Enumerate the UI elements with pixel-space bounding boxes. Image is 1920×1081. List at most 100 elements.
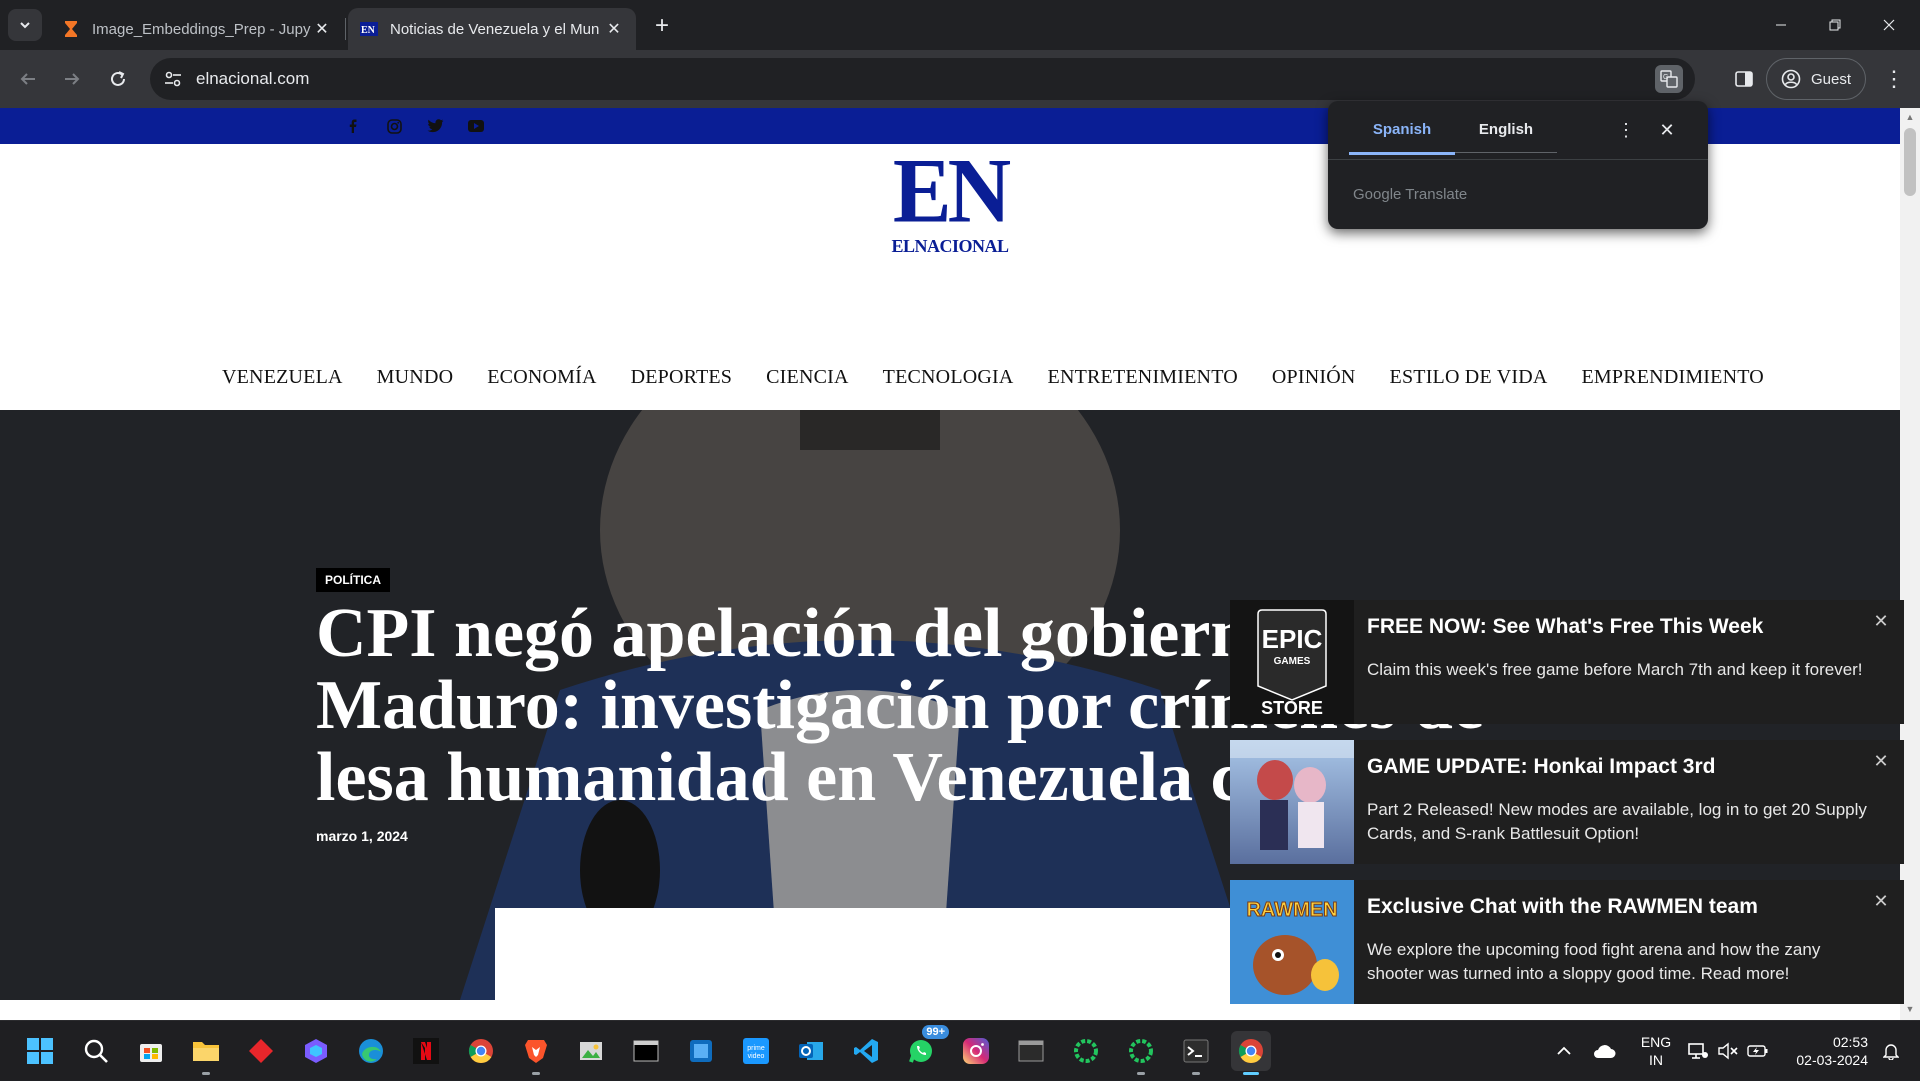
image-editor-icon	[580, 1042, 602, 1060]
taskbar-brave[interactable]	[516, 1031, 556, 1075]
nav-item-deportes[interactable]: DEPORTES	[631, 366, 733, 389]
taskbar-chrome-active[interactable]	[1231, 1031, 1271, 1075]
taskbar-whatsapp[interactable]: 99+	[901, 1025, 949, 1071]
close-icon[interactable]: ✕	[1870, 610, 1892, 632]
window-icon	[1018, 1040, 1044, 1062]
taskbar-app-ring[interactable]	[1066, 1031, 1106, 1071]
close-icon[interactable]: ✕	[1870, 750, 1892, 772]
close-window-button[interactable]	[1860, 0, 1918, 50]
taskbar-copilot[interactable]	[296, 1031, 336, 1071]
nav-item-economia[interactable]: ECONOMÍA	[487, 366, 596, 389]
nav-item-opinion[interactable]: OPINIÓN	[1272, 366, 1356, 389]
clock-time: 02:53	[1832, 1034, 1868, 1050]
address-bar[interactable]: elnacional.com G	[150, 58, 1695, 100]
site-settings-icon[interactable]	[162, 68, 184, 90]
taskbar-prime-video[interactable]: prime video	[736, 1031, 776, 1071]
volume-button[interactable]	[1716, 1021, 1740, 1081]
arrow-right-icon	[65, 73, 80, 85]
taskbar-vscode[interactable]	[846, 1031, 886, 1071]
scroll-up-icon[interactable]: ▲	[1904, 112, 1916, 124]
taskbar: prime video 99+ ENG IN 02:53 02-03-2024	[0, 1020, 1920, 1080]
translate-options-icon[interactable]: ⋮	[1613, 117, 1639, 143]
taskbar-app-red[interactable]	[241, 1031, 281, 1071]
tab-close-icon[interactable]: ✕	[312, 19, 332, 39]
source-language-tab[interactable]: Spanish	[1349, 121, 1455, 155]
tab-search-button[interactable]	[8, 9, 42, 41]
instagram-icon[interactable]	[384, 116, 404, 136]
scroll-thumb[interactable]	[1904, 128, 1916, 196]
translate-close-icon[interactable]: ✕	[1654, 117, 1680, 143]
rawmen-thumbnail: RAWMEN	[1230, 880, 1354, 1004]
minimize-button[interactable]	[1752, 0, 1810, 50]
nav-item-estilo-de-vida[interactable]: ESTILO DE VIDA	[1390, 366, 1548, 389]
nav-item-entretenimiento[interactable]: ENTRETENIMIENTO	[1048, 366, 1238, 389]
taskbar-netflix[interactable]	[406, 1031, 446, 1071]
nav-item-mundo[interactable]: MUNDO	[377, 366, 454, 389]
youtube-icon[interactable]	[466, 116, 486, 136]
battery-charging-icon	[1747, 1045, 1768, 1057]
notification-rawmen[interactable]: RAWMEN Exclusive Chat with the RAWMEN te…	[1230, 880, 1904, 1004]
svg-text:EN: EN	[361, 25, 376, 36]
show-hidden-icons-button[interactable]	[1552, 1021, 1576, 1081]
taskbar-chrome[interactable]	[461, 1031, 501, 1071]
taskbar-store[interactable]	[131, 1031, 171, 1071]
nav-item-ciencia[interactable]: CIENCIA	[766, 366, 849, 389]
brand-google: Google	[1353, 186, 1402, 203]
diamond-app-icon	[249, 1039, 273, 1063]
profile-button[interactable]: Guest	[1766, 58, 1866, 100]
running-indicator	[532, 1072, 540, 1075]
vscode-icon	[854, 1039, 878, 1063]
taskbar-outlook[interactable]	[791, 1031, 831, 1071]
site-logo[interactable]: EN ELNACIONAL	[885, 145, 1015, 260]
reload-icon	[111, 71, 125, 86]
tab-jupyter[interactable]: Image_Embeddings_Prep - Jupy ✕	[50, 8, 344, 50]
notification-title: FREE NOW: See What's Free This Week	[1367, 615, 1764, 638]
nav-item-venezuela[interactable]: VENEZUELA	[222, 366, 343, 389]
restore-button[interactable]	[1806, 0, 1864, 50]
browser-toolbar: elnacional.com G Guest ⋮	[0, 50, 1920, 108]
back-button[interactable]	[10, 61, 46, 97]
instagram-icon	[963, 1038, 989, 1064]
close-icon[interactable]: ✕	[1870, 890, 1892, 912]
target-language-tab[interactable]: English	[1455, 121, 1557, 153]
start-button[interactable]	[20, 1031, 60, 1071]
taskbar-console-window[interactable]	[1011, 1031, 1051, 1071]
language-indicator[interactable]: ENG IN	[1634, 1021, 1678, 1081]
clock-date: 02-03-2024	[1796, 1052, 1868, 1068]
translate-icon[interactable]: G	[1655, 65, 1683, 93]
category-badge[interactable]: POLÍTICA	[316, 568, 390, 592]
new-tab-button[interactable]: +	[648, 12, 676, 40]
taskbar-terminal-old[interactable]	[626, 1031, 666, 1071]
side-panel-button[interactable]	[1726, 61, 1762, 97]
network-button[interactable]	[1686, 1021, 1710, 1081]
taskbar-app-ring-2[interactable]	[1121, 1031, 1161, 1075]
nav-item-tecnologia[interactable]: TECNOLOGIA	[883, 366, 1014, 389]
honkai-thumbnail	[1230, 740, 1354, 864]
taskbar-app-blue[interactable]	[681, 1031, 721, 1071]
reload-button[interactable]	[100, 61, 136, 97]
taskbar-windows-terminal[interactable]	[1176, 1031, 1216, 1075]
facebook-icon[interactable]	[343, 116, 363, 136]
twitter-icon[interactable]	[425, 116, 445, 136]
running-indicator	[1192, 1072, 1200, 1075]
battery-button[interactable]	[1746, 1021, 1770, 1081]
scroll-down-icon[interactable]: ▼	[1904, 1004, 1916, 1016]
taskbar-edge[interactable]	[351, 1031, 391, 1071]
notifications-button[interactable]	[1878, 1021, 1904, 1081]
browser-menu-button[interactable]: ⋮	[1876, 61, 1912, 97]
taskbar-file-explorer[interactable]	[186, 1031, 226, 1075]
clock[interactable]: 02:53 02-03-2024	[1784, 1021, 1868, 1081]
translate-popup: Spanish English ⋮ ✕ Google Translate	[1328, 101, 1708, 229]
region-code: IN	[1649, 1052, 1663, 1068]
tab-elnacional[interactable]: EN Noticias de Venezuela y el Mun ✕	[348, 8, 636, 50]
notification-epic[interactable]: EPIC GAMES STORE FREE NOW: See What's Fr…	[1230, 600, 1904, 724]
taskbar-image-app[interactable]	[571, 1031, 611, 1071]
nav-item-emprendimiento[interactable]: EMPRENDIMIENTO	[1582, 366, 1764, 389]
notification-honkai[interactable]: GAME UPDATE: Honkai Impact 3rd Part 2 Re…	[1230, 740, 1904, 864]
console-icon	[633, 1040, 659, 1062]
tab-close-icon[interactable]: ✕	[604, 19, 624, 39]
forward-button[interactable]	[54, 61, 90, 97]
search-button[interactable]	[76, 1031, 116, 1071]
onedrive-button[interactable]	[1590, 1021, 1618, 1081]
taskbar-instagram[interactable]	[956, 1031, 996, 1071]
